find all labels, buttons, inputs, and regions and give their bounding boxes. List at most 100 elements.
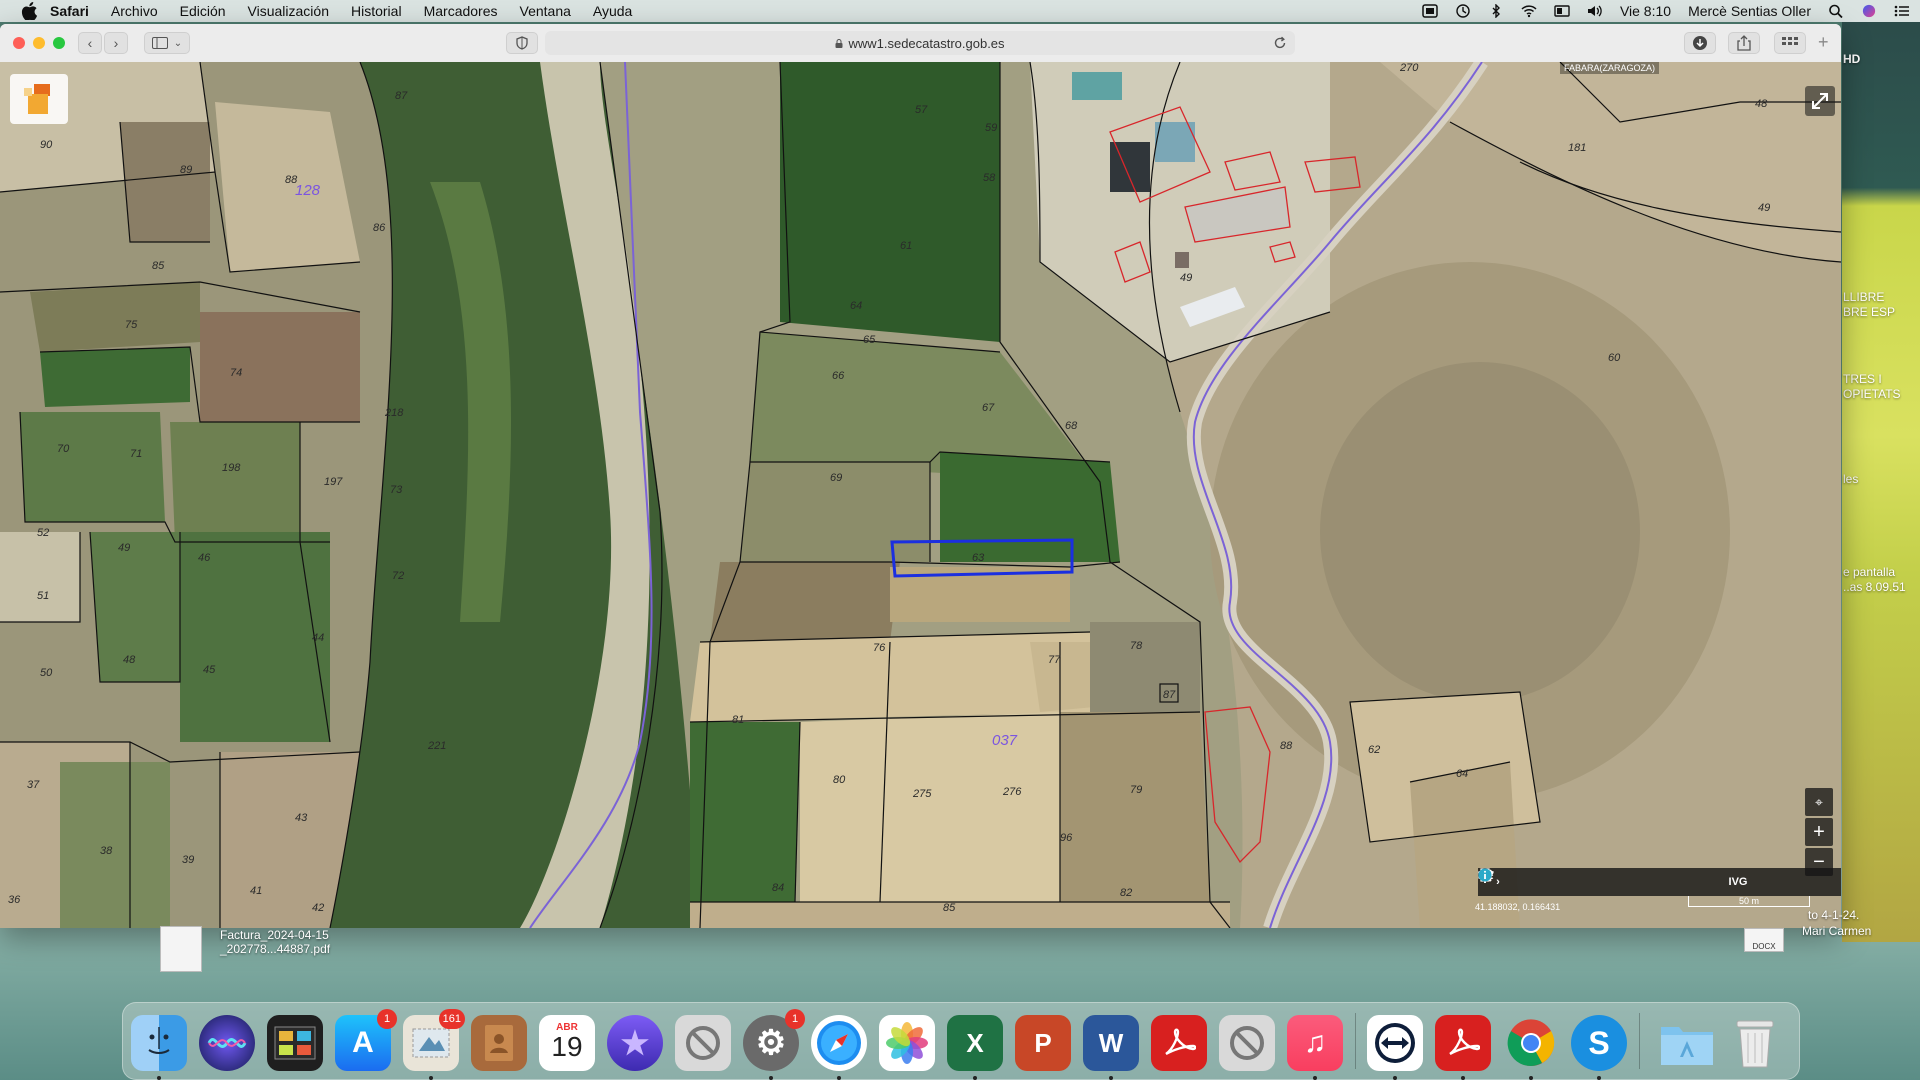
- unavailable-app-icon[interactable]: [675, 1015, 731, 1071]
- layers-button[interactable]: [1478, 868, 1598, 896]
- siri-app-icon[interactable]: [199, 1015, 255, 1071]
- file-name-line1[interactable]: Factura_2024-04-15: [220, 928, 329, 942]
- fullscreen-button[interactable]: [1805, 86, 1835, 116]
- acrobat-icon[interactable]: [1435, 1015, 1491, 1080]
- share-button[interactable]: [1728, 32, 1760, 54]
- docx-file-icon[interactable]: DOCX: [1744, 928, 1784, 952]
- menu-edicion[interactable]: Edición: [180, 3, 226, 19]
- parcel-label: 84: [772, 882, 785, 894]
- catastro-logo[interactable]: [10, 74, 68, 124]
- zoom-in-button[interactable]: +: [1805, 818, 1833, 846]
- parcel-label: 37: [27, 779, 40, 791]
- file-name-line2[interactable]: _202778...44887.pdf: [220, 942, 330, 956]
- parcel-label: 221: [428, 740, 447, 752]
- parcel-label: 77: [1048, 654, 1061, 666]
- app-store-badge: 1: [377, 1009, 397, 1029]
- address-bar[interactable]: www1.sedecatastro.gob.es: [545, 31, 1295, 55]
- imovie-icon[interactable]: ★: [607, 1015, 663, 1071]
- siri-icon[interactable]: [1861, 4, 1877, 18]
- teamviewer-icon[interactable]: [1367, 1015, 1423, 1080]
- user-name[interactable]: Mercè Sentias Oller: [1688, 3, 1811, 19]
- photos-icon[interactable]: [879, 1015, 935, 1071]
- minimize-window-button[interactable]: [33, 37, 45, 49]
- menu-historial[interactable]: Historial: [351, 3, 402, 19]
- parcel-label: 198: [222, 462, 241, 474]
- ivg-button[interactable]: IVG: [1718, 868, 1758, 896]
- safari-app-icon[interactable]: [811, 1015, 867, 1080]
- info-button[interactable]: [1478, 868, 1838, 896]
- parcel-label: 57: [915, 104, 928, 116]
- acrobat-reader-icon[interactable]: [1151, 1015, 1207, 1071]
- locate-button[interactable]: ⌖: [1805, 788, 1833, 816]
- side-snippet: HD: [1843, 52, 1861, 66]
- chrome-logo-icon: [1507, 1019, 1555, 1067]
- parcel-label: 66: [832, 370, 845, 382]
- trash-icon[interactable]: [1727, 1015, 1783, 1071]
- app-store-icon[interactable]: A 1: [335, 1009, 397, 1071]
- forward-button[interactable]: ›: [104, 32, 128, 54]
- excel-icon[interactable]: X: [947, 1015, 1003, 1080]
- downloads-button[interactable]: [1684, 32, 1716, 54]
- parcel-label: 43: [295, 812, 308, 824]
- itunes-icon[interactable]: ♫: [1287, 1015, 1343, 1080]
- print-button[interactable]: [1478, 868, 1678, 896]
- screen-mirror-icon[interactable]: [1422, 4, 1438, 18]
- skype-icon[interactable]: S: [1571, 1015, 1627, 1080]
- docx-caption-line1[interactable]: to 4-1-24.: [1808, 908, 1859, 922]
- new-tab-button[interactable]: +: [1818, 32, 1829, 53]
- streetview-button[interactable]: [1482, 868, 1718, 896]
- powerpoint-icon[interactable]: P: [1015, 1015, 1071, 1071]
- settings-button[interactable]: [1478, 868, 1798, 896]
- music-note-icon: ♫: [1303, 1026, 1327, 1059]
- running-indicator: [429, 1076, 433, 1080]
- notification-center-icon[interactable]: [1894, 4, 1910, 18]
- clock[interactable]: Vie 8:10: [1620, 3, 1671, 19]
- photo-booth-icon[interactable]: [267, 1015, 323, 1071]
- reload-icon[interactable]: [1273, 36, 1287, 50]
- map-search-button[interactable]: [1479, 868, 1558, 896]
- parcel-label: 276: [1003, 786, 1022, 798]
- contacts-icon[interactable]: [471, 1015, 527, 1071]
- municipality-label: FABARA(ZARAGOZA): [1560, 62, 1660, 74]
- mail-icon[interactable]: 161: [403, 1009, 465, 1080]
- maximize-window-button[interactable]: [53, 37, 65, 49]
- close-window-button[interactable]: [13, 37, 25, 49]
- side-snippet: LLIBRE: [1843, 290, 1885, 304]
- side-snippet: OPIETATS: [1843, 387, 1901, 401]
- apple-icon[interactable]: [20, 2, 38, 20]
- zone-label: 128: [295, 182, 321, 199]
- gear-icon: ⚙: [755, 1024, 787, 1062]
- display-icon[interactable]: [1554, 4, 1570, 18]
- calendar-icon[interactable]: ABR 19: [539, 1015, 595, 1071]
- time-machine-icon[interactable]: [1455, 4, 1471, 18]
- applications-folder-icon[interactable]: [1659, 1015, 1715, 1071]
- siri-wave-icon: [207, 1038, 247, 1048]
- menu-archivo[interactable]: Archivo: [111, 3, 158, 19]
- system-preferences-icon[interactable]: ⚙ 1: [743, 1009, 805, 1080]
- finder-icon[interactable]: [131, 1015, 187, 1080]
- sidebar-toggle-button[interactable]: ⌄: [144, 32, 190, 54]
- menu-visualizacion[interactable]: Visualización: [248, 3, 329, 19]
- menu-app-safari[interactable]: Safari: [50, 3, 89, 19]
- bluetooth-icon[interactable]: [1488, 4, 1504, 18]
- chrome-icon[interactable]: [1503, 1015, 1559, 1080]
- docx-caption-line2[interactable]: Mari Carmen: [1802, 924, 1871, 938]
- dock-separator: [1639, 1013, 1640, 1069]
- tab-overview-button[interactable]: [1774, 32, 1806, 54]
- menu-marcadores[interactable]: Marcadores: [424, 3, 498, 19]
- spotlight-search-icon[interactable]: [1828, 4, 1844, 18]
- menu-ventana[interactable]: Ventana: [520, 3, 571, 19]
- wifi-icon[interactable]: [1521, 4, 1537, 18]
- unavailable-app-2-icon[interactable]: [1219, 1015, 1275, 1071]
- measure-button[interactable]: [1478, 868, 1638, 896]
- back-button[interactable]: ‹: [78, 32, 102, 54]
- menu-ayuda[interactable]: Ayuda: [593, 3, 632, 19]
- parcel-label: 88: [1280, 740, 1293, 752]
- volume-icon[interactable]: [1587, 4, 1603, 18]
- pdf-file-icon[interactable]: [160, 926, 202, 972]
- cadastral-map[interactable]: 128 037 90 89 88 87 86 85 75 74 70 71 19…: [0, 62, 1841, 928]
- privacy-report-button[interactable]: [506, 32, 538, 54]
- compass-icon: [817, 1021, 861, 1065]
- prohibited-icon: [686, 1026, 720, 1060]
- word-icon[interactable]: W: [1083, 1015, 1139, 1080]
